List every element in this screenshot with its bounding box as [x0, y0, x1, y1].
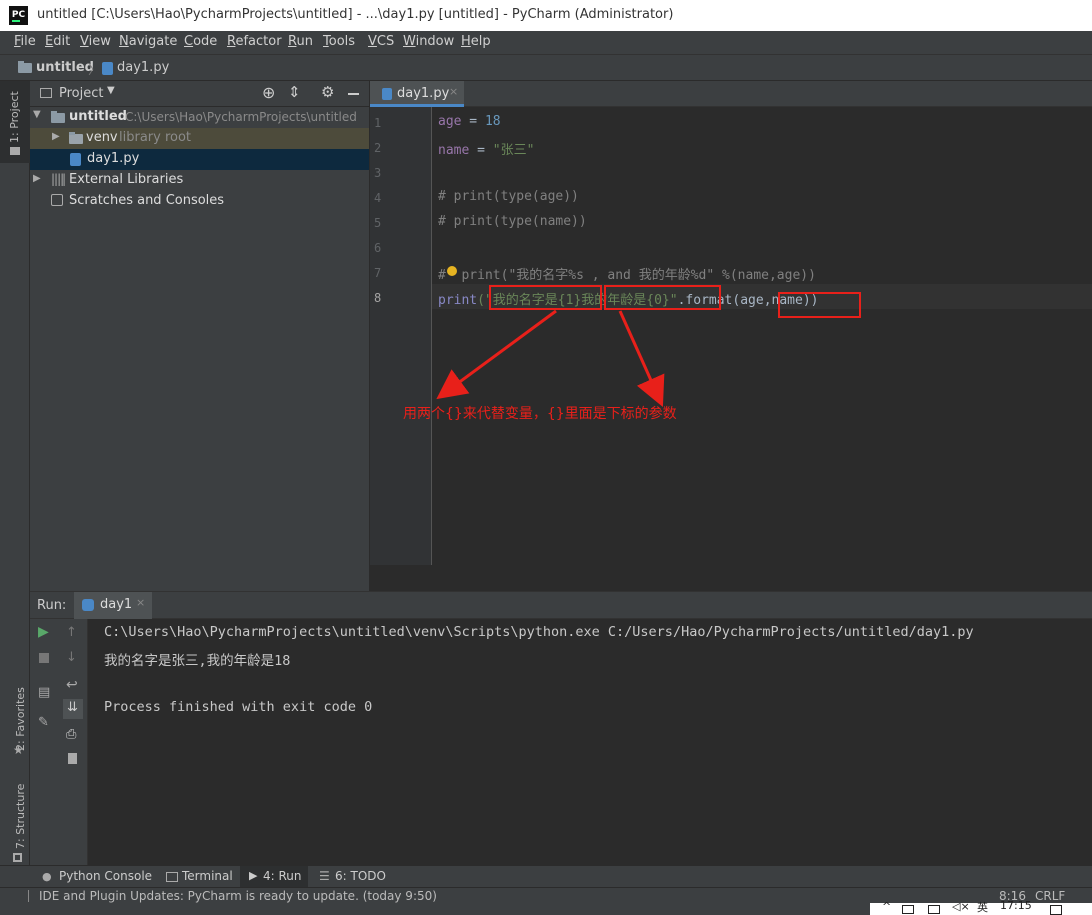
rerun-icon[interactable]: ▶: [38, 624, 49, 640]
ime-indicator[interactable]: 英: [977, 899, 988, 915]
stop-icon[interactable]: [39, 653, 49, 663]
bottom-tool-bar: ● Python Console Terminal ▶ 4: Run ☰ 6: …: [0, 865, 1092, 888]
tab-run-label: 4: Run: [263, 869, 302, 883]
annotation-arrow-right: [618, 310, 665, 407]
pin-icon[interactable]: ✎: [38, 715, 49, 730]
console-output-line: C:\Users\Hao\PycharmProjects\untitled\ve…: [104, 624, 974, 640]
run-panel: Run: day1 × ▶ ↑ ↓ ▤ ↩ ⇊ ✎ ⎙ C:\Users\Hao…: [30, 591, 1092, 866]
system-tray: ^ ◁× 英 17:15: [870, 899, 1092, 915]
volume-icon[interactable]: ◁×: [952, 900, 970, 913]
layout-icon[interactable]: ▤: [38, 685, 50, 700]
tab-python-console[interactable]: Python Console: [59, 869, 152, 883]
annotation-arrow-left: [436, 309, 557, 400]
up-arrow-icon[interactable]: ↑: [66, 625, 77, 640]
python-console-icon: ●: [42, 870, 52, 883]
status-message[interactable]: IDE and Plugin Updates: PyCharm is ready…: [39, 889, 437, 903]
run-tab-day1[interactable]: day1 ×: [74, 592, 152, 619]
console-output-line: Process finished with exit code 0: [104, 699, 373, 715]
run-panel-header: Run: day1 ×: [30, 592, 1092, 619]
tab-terminal[interactable]: Terminal: [182, 869, 233, 883]
python-run-icon: [82, 599, 94, 611]
annotation-text: 用两个{}来代替变量，{}里面是下标的参数: [403, 406, 677, 422]
run-toolbar: ▶ ↑ ↓ ▤ ↩ ⇊ ✎ ⎙: [30, 619, 88, 866]
run-label: Run:: [37, 598, 67, 613]
soft-wrap-icon[interactable]: ↩: [66, 677, 78, 693]
console-output-line: 我的名字是张三,我的年龄是18: [104, 653, 291, 669]
clock[interactable]: 17:15: [1000, 899, 1032, 912]
terminal-icon: [166, 872, 178, 882]
scroll-to-end-icon: ⇊: [67, 700, 78, 715]
battery-icon[interactable]: [928, 905, 940, 914]
notification-icon[interactable]: [1050, 905, 1062, 915]
trash-icon[interactable]: [68, 753, 77, 764]
todo-icon: ☰: [319, 869, 330, 883]
run-tab-label: day1: [100, 597, 133, 612]
down-arrow-icon[interactable]: ↓: [66, 650, 77, 665]
chevron-up-icon[interactable]: ^: [882, 900, 891, 913]
status-divider: [28, 890, 29, 902]
tab-todo[interactable]: 6: TODO: [335, 869, 386, 883]
close-icon[interactable]: ×: [136, 596, 145, 609]
print-icon[interactable]: ⎙: [66, 727, 76, 742]
line-separator[interactable]: CRLF: [1035, 889, 1065, 903]
run-icon: ▶: [249, 869, 258, 882]
network-icon[interactable]: [902, 905, 914, 914]
tab-run-active[interactable]: ▶ 4: Run: [240, 866, 308, 888]
